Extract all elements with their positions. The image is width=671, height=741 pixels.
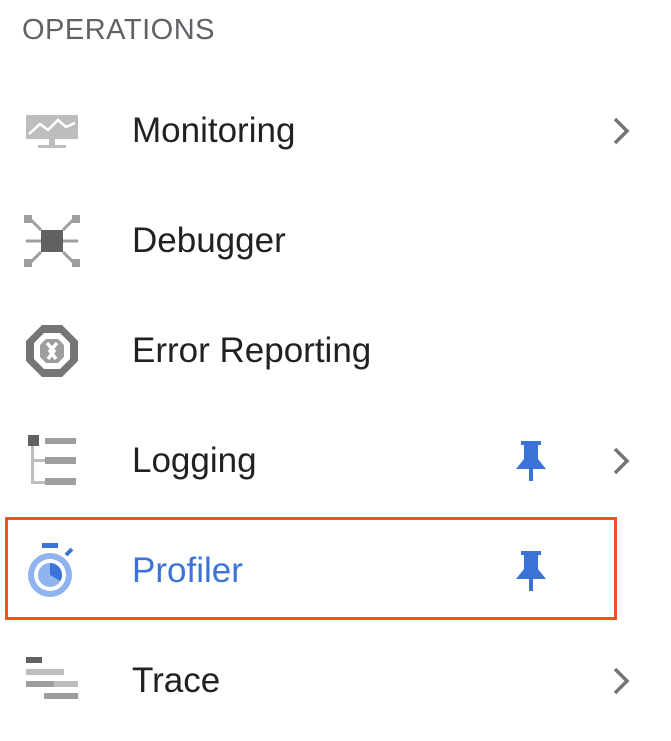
chevron-right-icon[interactable] xyxy=(606,114,636,148)
nav-item-label: Profiler xyxy=(132,551,243,590)
trace-icon xyxy=(20,649,84,713)
error-reporting-icon xyxy=(20,319,84,383)
nav-item-profiler[interactable]: Profiler xyxy=(0,516,671,626)
pin-icon[interactable] xyxy=(512,549,550,593)
nav-item-label: Debugger xyxy=(132,221,286,260)
nav-item-debugger[interactable]: Debugger xyxy=(0,186,671,296)
nav-item-label: Trace xyxy=(132,661,221,700)
nav-item-error-reporting[interactable]: Error Reporting xyxy=(0,296,671,406)
monitoring-icon xyxy=(20,99,84,163)
nav-item-logging[interactable]: Logging xyxy=(0,406,671,516)
chevron-right-icon[interactable] xyxy=(606,664,636,698)
nav-item-label: Logging xyxy=(132,441,257,480)
nav-item-label: Error Reporting xyxy=(132,331,372,370)
nav-item-monitoring[interactable]: Monitoring xyxy=(0,76,671,186)
nav-item-label: Monitoring xyxy=(132,111,296,150)
pin-icon[interactable] xyxy=(512,439,550,483)
nav-item-trace[interactable]: Trace xyxy=(0,626,671,736)
operations-section-header: OPERATIONS xyxy=(22,14,215,46)
debugger-icon xyxy=(20,209,84,273)
chevron-right-icon[interactable] xyxy=(606,444,636,478)
profiler-icon xyxy=(20,539,84,603)
logging-icon xyxy=(20,429,84,493)
